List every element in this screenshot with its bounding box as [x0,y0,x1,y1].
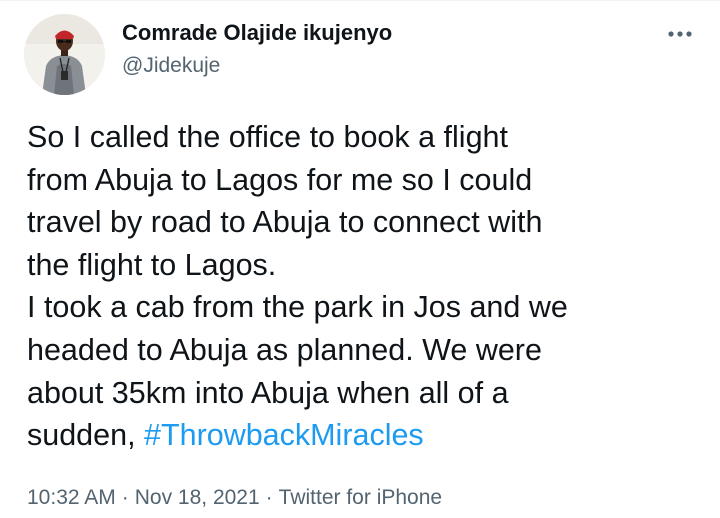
tweet-text-line: So I called the office to book a flight [27,120,508,154]
tweet-header: Comrade Olajide ikujenyo @Jidekuje [122,18,392,80]
avatar[interactable] [24,14,105,95]
author-handle[interactable]: @Jidekuje [122,52,392,80]
tweet-date[interactable]: Nov 18, 2021 [135,486,260,509]
tweet-text-line: the flight to Lagos. [27,247,277,282]
tweet-text-line-last: sudden, #ThrowbackMiracles [27,414,707,457]
more-options-button[interactable] [660,22,700,46]
tweet-text: So I called the office to book a flight … [27,116,707,457]
tweet-text-line: I took a cab from the park in Jos and we [27,290,568,325]
tweet-text-line: from Abuja to Lagos for me so I could [27,162,533,197]
profile-photo-icon [24,14,105,95]
meta-separator: · [265,486,273,509]
tweet-text-line: travel by road to Abuja to connect with [27,205,543,240]
tweet-text-line: about 35km into Abuja when all of a [27,375,509,410]
more-horizontal-icon [668,31,692,37]
hashtag-link[interactable]: #ThrowbackMiracles [144,418,424,452]
tweet-time[interactable]: 10:32 AM [27,486,116,509]
tweet-source[interactable]: Twitter for iPhone [279,486,442,509]
top-divider [0,0,720,1]
tweet-metadata: 10:32 AM · Nov 18, 2021 · Twitter for iPhone [27,484,442,512]
tweet-text-line: headed to Abuja as planned. We were [27,332,542,367]
tweet-text-fragment: sudden, [27,418,145,453]
author-display-name[interactable]: Comrade Olajide ikujenyo [122,18,392,48]
meta-separator: · [121,486,129,509]
